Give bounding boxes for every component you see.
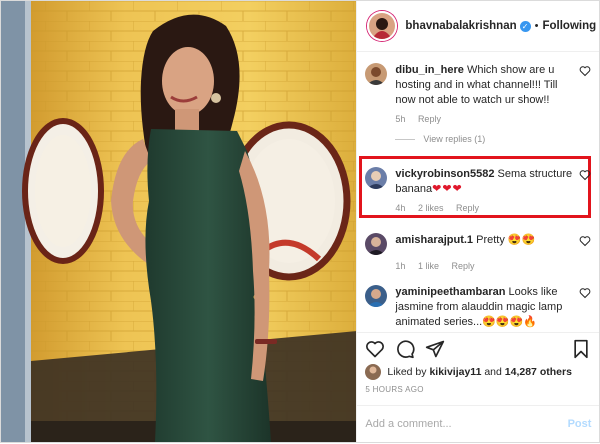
add-comment-input[interactable] xyxy=(365,418,546,430)
reply-button[interactable]: Reply xyxy=(456,203,479,213)
following-button[interactable]: Following xyxy=(542,20,596,32)
bookmark-icon[interactable] xyxy=(571,339,591,359)
comment-like-heart-icon[interactable] xyxy=(579,235,591,247)
comment-emoji: 😍😍 xyxy=(507,234,536,246)
comment-text-block: dibu_in_here Which show are u hosting an… xyxy=(395,63,573,108)
likes-count[interactable]: 14,287 others xyxy=(505,366,572,378)
liker-username[interactable]: kikivijay11 xyxy=(429,366,481,378)
author-avatar-image xyxy=(369,13,396,39)
comment-time: 4h xyxy=(395,203,406,213)
post-comment-button[interactable]: Post xyxy=(568,418,592,430)
comment-item: dibu_in_here Which show are u hosting an… xyxy=(365,63,591,144)
share-icon[interactable] xyxy=(425,339,445,359)
comment-emoji: ❤❤❤ xyxy=(432,183,463,195)
comment-avatar[interactable] xyxy=(365,233,388,255)
comment-item: vickyrobinson5582 Sema structure banana❤… xyxy=(365,167,591,213)
post-photo[interactable] xyxy=(1,1,357,442)
reply-button[interactable]: Reply xyxy=(451,261,474,271)
comment-username[interactable]: yaminipeethambaran xyxy=(395,286,505,298)
comment-item: yaminipeethambaran Looks like jasmine fr… xyxy=(365,285,591,330)
likes-summary: Liked by kikivijay11 and 14,287 others xyxy=(365,364,572,380)
comment-avatar-image xyxy=(365,167,388,189)
liker-avatar-image xyxy=(365,364,382,380)
comment-avatar-image xyxy=(365,63,388,85)
comment-username[interactable]: dibu_in_here xyxy=(395,64,463,76)
comment-item: amisharajput.1 Pretty 😍😍 1h 1 like Reply xyxy=(365,233,591,271)
heart-icon[interactable] xyxy=(365,339,385,359)
comment-avatar[interactable] xyxy=(365,63,388,85)
comment-meta: 4h 2 likes Reply xyxy=(395,203,591,213)
comment-text-block: amisharajput.1 Pretty 😍😍 xyxy=(395,233,573,248)
likes-joiner: and xyxy=(484,366,502,378)
comment-meta: 5h Reply xyxy=(395,114,591,124)
comment-likes[interactable]: 1 like xyxy=(418,261,439,271)
comment-like-heart-icon[interactable] xyxy=(579,287,591,299)
comment-avatar-image xyxy=(365,233,388,255)
reply-button[interactable]: Reply xyxy=(418,114,441,124)
liker-avatar[interactable] xyxy=(365,364,382,380)
comment-icon[interactable] xyxy=(395,339,415,359)
comments-panel: bhavnabalakrishnan ✓ • Following dibu_in… xyxy=(356,1,600,444)
comment-meta: 1h 1 like Reply xyxy=(395,261,591,271)
comment-emoji: 😍😍😍🔥 xyxy=(482,316,538,328)
instagram-post: bhavnabalakrishnan ✓ • Following dibu_in… xyxy=(0,0,600,443)
add-comment-bar: Post xyxy=(357,405,600,444)
comment-body: Pretty xyxy=(476,234,505,246)
comment-username[interactable]: vickyrobinson5582 xyxy=(395,168,494,180)
comment-like-heart-icon[interactable] xyxy=(579,65,591,77)
comment-time: 5h xyxy=(395,114,406,124)
header-separator: • xyxy=(534,20,539,32)
post-action-bar xyxy=(357,332,600,361)
view-replies-button[interactable]: View replies (1) xyxy=(395,134,591,144)
comment-avatar-image xyxy=(365,285,388,307)
verified-badge-icon: ✓ xyxy=(519,20,531,32)
comment-text-block: vickyrobinson5582 Sema structure banana❤… xyxy=(395,167,573,197)
author-username[interactable]: bhavnabalakrishnan xyxy=(405,20,516,32)
view-replies-label: View replies (1) xyxy=(423,134,486,144)
comment-like-heart-icon[interactable] xyxy=(579,169,591,181)
comment-avatar[interactable] xyxy=(365,285,388,307)
comment-username[interactable]: amisharajput.1 xyxy=(395,234,473,246)
author-avatar[interactable] xyxy=(367,11,398,41)
post-header: bhavnabalakrishnan ✓ • Following xyxy=(357,1,600,52)
replies-line xyxy=(395,138,416,140)
comment-likes[interactable]: 2 likes xyxy=(418,203,444,213)
comment-time: 1h xyxy=(395,261,406,271)
post-timestamp: 5 HOURS AGO xyxy=(365,385,424,394)
comment-avatar[interactable] xyxy=(365,167,388,189)
post-photo-image xyxy=(1,1,357,442)
comment-text-block: yaminipeethambaran Looks like jasmine fr… xyxy=(395,285,573,330)
likes-prefix: Liked by xyxy=(387,366,427,378)
